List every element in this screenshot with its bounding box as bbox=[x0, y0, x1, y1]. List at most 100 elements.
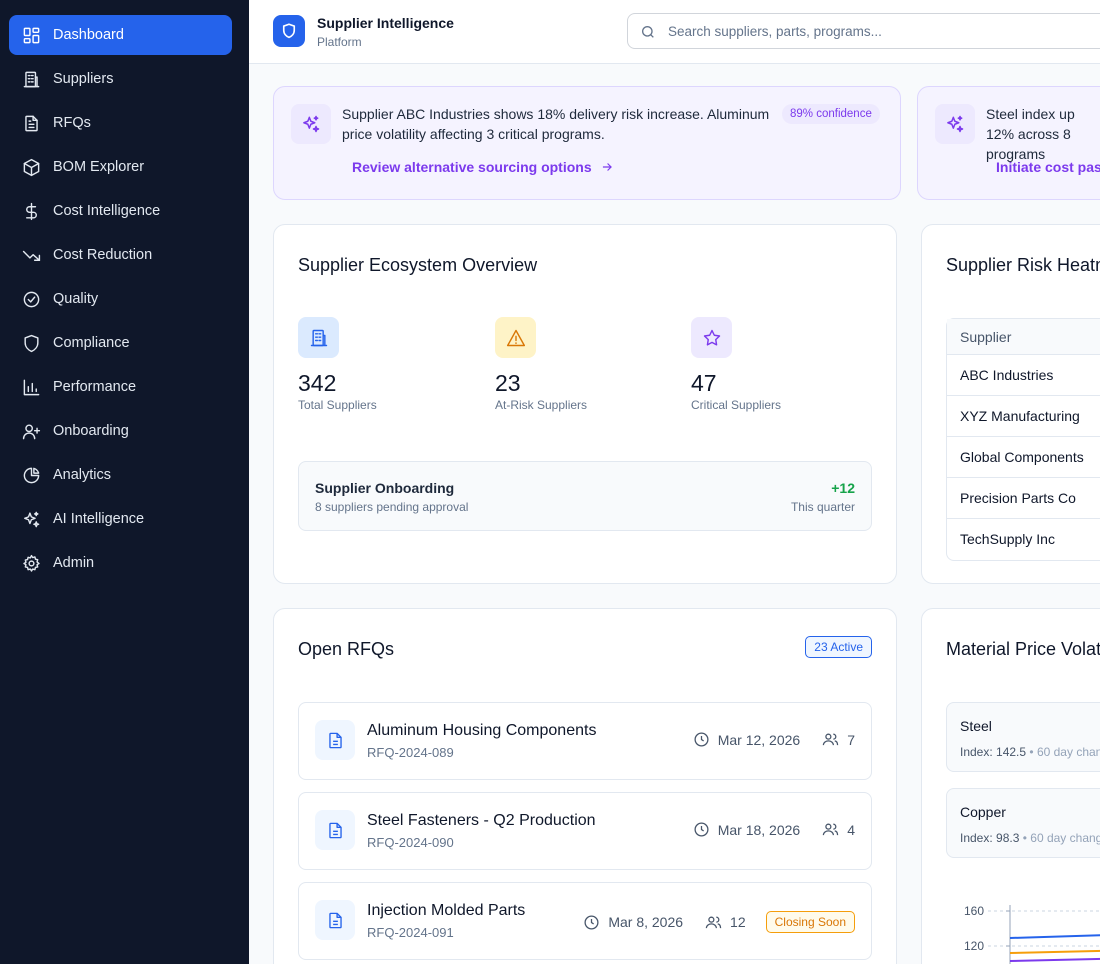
sidebar-item-dashboard[interactable]: Dashboard bbox=[9, 15, 232, 55]
check-circle-icon bbox=[21, 289, 41, 309]
sparkles-icon bbox=[291, 104, 331, 144]
card-title: Open RFQs bbox=[298, 639, 395, 659]
bar-chart-icon bbox=[21, 377, 41, 397]
stat-label: At-Risk Suppliers bbox=[495, 398, 588, 412]
y-tick-label: 120 bbox=[964, 939, 984, 953]
sidebar-item-ai-intelligence[interactable]: AI Intelligence bbox=[9, 499, 232, 539]
shield-icon bbox=[21, 333, 41, 353]
sidebar-item-admin[interactable]: Admin bbox=[9, 543, 232, 583]
cube-icon bbox=[21, 157, 41, 177]
risk-heatmap-card: Supplier Risk Heatmap Supplier ABC Indus… bbox=[921, 224, 1100, 584]
app-logo-icon bbox=[273, 15, 305, 47]
rfq-meta: Mar 8, 2026 12 Closing Soon bbox=[583, 911, 855, 933]
users-icon bbox=[822, 733, 839, 746]
top-header: Supplier Intelligence Platform bbox=[249, 0, 1100, 64]
search-icon bbox=[642, 26, 654, 38]
sidebar-item-label: Dashboard bbox=[53, 27, 124, 43]
sidebar-item-label: Analytics bbox=[53, 467, 112, 483]
search-box[interactable] bbox=[627, 13, 1100, 49]
rfq-meta: Mar 12, 2026 7 bbox=[693, 731, 855, 748]
onboarding-subtitle: 8 suppliers pending approval bbox=[315, 500, 469, 514]
table-row[interactable]: TechSupply Inc bbox=[947, 519, 1100, 560]
sidebar-item-onboarding[interactable]: Onboarding bbox=[9, 411, 232, 451]
rfq-due-date: Mar 8, 2026 bbox=[608, 914, 684, 930]
sidebar-item-performance[interactable]: Performance bbox=[9, 367, 232, 407]
material-index: Index: 98.3 • 60 day change bbox=[960, 831, 1100, 845]
y-tick-label: 160 bbox=[964, 904, 984, 918]
sidebar-item-label: Quality bbox=[53, 291, 99, 307]
insight-action-link[interactable]: Initiate cost pass bbox=[996, 159, 1100, 175]
onboarding-title: Supplier Onboarding bbox=[315, 480, 455, 496]
app-title: Supplier Intelligence bbox=[317, 15, 454, 31]
stat-total-suppliers: 342 Total Suppliers bbox=[298, 317, 377, 412]
users-icon bbox=[705, 916, 722, 928]
rfq-meta: Mar 18, 2026 4 bbox=[693, 821, 855, 838]
table-row[interactable]: XYZ Manufacturing bbox=[947, 396, 1100, 437]
document-icon bbox=[315, 720, 355, 760]
stat-label: Critical Suppliers bbox=[691, 398, 782, 412]
material-name: Steel bbox=[960, 718, 992, 734]
open-rfqs-card: Open RFQs 23 Active Aluminum Housing Com… bbox=[273, 608, 897, 964]
trending-down-icon bbox=[21, 245, 41, 265]
sidebar-item-label: Compliance bbox=[53, 335, 130, 351]
card-title: Supplier Ecosystem Overview bbox=[298, 255, 538, 275]
rfq-item[interactable]: Injection Molded Parts RFQ-2024-091 Mar … bbox=[298, 882, 872, 960]
document-icon bbox=[21, 113, 41, 133]
search-input[interactable] bbox=[668, 14, 1100, 48]
series-line-copper bbox=[1009, 949, 1100, 954]
sidebar-item-cost-reduction[interactable]: Cost Reduction bbox=[9, 235, 232, 275]
series-line-other bbox=[1009, 957, 1100, 962]
ecosystem-overview-card: Supplier Ecosystem Overview 342 Total Su… bbox=[273, 224, 897, 584]
sidebar-item-suppliers[interactable]: Suppliers bbox=[9, 59, 232, 99]
rfq-due-date: Mar 18, 2026 bbox=[717, 821, 801, 838]
onboarding-period: This quarter bbox=[790, 500, 855, 514]
sidebar-item-label: Cost Reduction bbox=[53, 247, 153, 263]
gear-icon bbox=[21, 553, 41, 573]
material-item[interactable]: Copper Index: 98.3 • 60 day change bbox=[946, 788, 1100, 858]
material-item[interactable]: Steel Index: 142.5 • 60 day change bbox=[946, 702, 1100, 772]
building-icon bbox=[298, 317, 339, 358]
sidebar-item-cost-intelligence[interactable]: Cost Intelligence bbox=[9, 191, 232, 231]
active-count-badge: 23 Active bbox=[805, 636, 872, 658]
sidebar-item-label: Performance bbox=[53, 379, 137, 395]
table-row[interactable]: Precision Parts Co bbox=[947, 478, 1100, 519]
insight-text: Steel index up 12% across 8 programs bbox=[986, 106, 1075, 162]
onboarding-delta: +12 bbox=[831, 480, 855, 496]
sidebar-item-compliance[interactable]: Compliance bbox=[9, 323, 232, 363]
table-row[interactable]: ABC Industries bbox=[947, 355, 1100, 396]
clock-icon bbox=[694, 822, 709, 837]
users-icon bbox=[822, 823, 839, 836]
grid-icon bbox=[21, 25, 41, 45]
sidebar-item-label: BOM Explorer bbox=[53, 159, 145, 175]
rfq-due-date: Mar 12, 2026 bbox=[717, 731, 801, 748]
material-index: Index: 142.5 • 60 day change bbox=[960, 745, 1100, 759]
insight-action-link[interactable]: Review alternative sourcing options bbox=[352, 159, 614, 175]
sidebar-item-label: Cost Intelligence bbox=[53, 203, 161, 219]
series-line-steel bbox=[1009, 934, 1100, 939]
sidebar-item-quality[interactable]: Quality bbox=[9, 279, 232, 319]
sidebar-item-rfqs[interactable]: RFQs bbox=[9, 103, 232, 143]
table-header: Supplier bbox=[947, 319, 1100, 355]
rfq-id: RFQ-2024-091 bbox=[367, 925, 454, 940]
rfq-item[interactable]: Steel Fasteners - Q2 Production RFQ-2024… bbox=[298, 792, 872, 870]
sidebar-item-analytics[interactable]: Analytics bbox=[9, 455, 232, 495]
insight-action-label: Review alternative sourcing options bbox=[352, 159, 592, 175]
sparkles-icon bbox=[21, 509, 41, 529]
stat-label: Total Suppliers bbox=[298, 398, 377, 412]
sparkles-icon bbox=[935, 104, 975, 144]
arrow-right-icon bbox=[602, 163, 612, 171]
rfq-id: RFQ-2024-089 bbox=[367, 745, 454, 760]
insight-text: Supplier ABC Industries shows 18% delive… bbox=[342, 106, 770, 142]
table-row[interactable]: Global Components bbox=[947, 437, 1100, 478]
building-icon bbox=[21, 69, 41, 89]
sidebar-item-bom-explorer[interactable]: BOM Explorer bbox=[9, 147, 232, 187]
warning-icon bbox=[495, 317, 536, 358]
onboarding-summary[interactable]: Supplier Onboarding 8 suppliers pending … bbox=[298, 461, 872, 531]
sidebar-item-label: Suppliers bbox=[53, 71, 114, 87]
ai-insight-card: Steel index up 12% across 8 programs Ini… bbox=[917, 86, 1100, 200]
stat-value: 342 bbox=[298, 370, 337, 396]
material-volatility-card: Material Price Volatility Steel Index: 1… bbox=[921, 608, 1100, 964]
rfq-item[interactable]: Aluminum Housing Components RFQ-2024-089… bbox=[298, 702, 872, 780]
sidebar: Dashboard Suppliers RFQs BOM Explorer Co… bbox=[0, 0, 249, 964]
clock-icon bbox=[584, 914, 599, 930]
